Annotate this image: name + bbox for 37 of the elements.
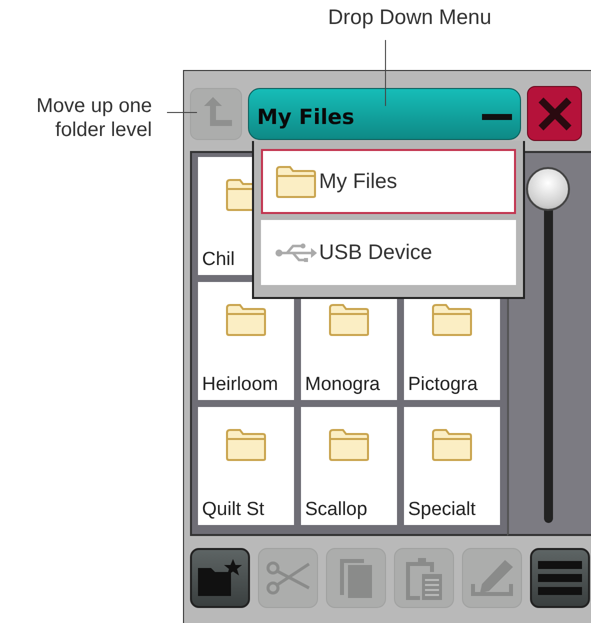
callout-label: Drop Down Menu — [328, 6, 492, 30]
folder-tile[interactable]: Quilt St — [198, 407, 294, 525]
folder-icon — [226, 429, 266, 461]
folder-icon — [432, 304, 472, 336]
menu-icon — [537, 558, 583, 598]
folder-icon — [275, 166, 317, 198]
folder-name: Pictogra — [407, 374, 478, 396]
copy-icon — [338, 557, 374, 599]
folder-icon — [226, 304, 266, 336]
usb-icon — [275, 242, 317, 262]
scroll-bar[interactable] — [506, 151, 591, 536]
close-button[interactable] — [527, 86, 582, 141]
folder-icon — [329, 429, 369, 461]
location-dropdown[interactable]: My Files — [248, 88, 521, 140]
leader-line — [385, 40, 386, 106]
folder-tile[interactable]: Heirloom — [198, 282, 294, 400]
folder-icon — [432, 429, 472, 461]
pencil-icon — [469, 558, 515, 598]
folder-name: Specialt — [407, 499, 476, 521]
dropdown-item[interactable]: My Files — [261, 149, 516, 214]
dropdown-item[interactable]: USB Device — [261, 220, 516, 285]
leader-line — [167, 112, 197, 113]
menu-button[interactable] — [530, 548, 590, 608]
folder-name: Heirloom — [201, 374, 278, 396]
minus-icon — [482, 112, 512, 120]
folder-name: Chil — [201, 249, 235, 271]
new-folder-icon — [197, 558, 243, 598]
clipboard-icon — [404, 556, 444, 600]
folder-name: Quilt St — [201, 499, 264, 521]
folder-tile[interactable]: Scallop — [301, 407, 397, 525]
folder-name: Scallop — [304, 499, 368, 521]
callout-label: Move up one folder level — [35, 94, 152, 142]
new-folder-button[interactable] — [190, 548, 250, 608]
folder-name: Monogra — [304, 374, 380, 396]
close-icon — [536, 94, 574, 132]
folder-icon — [329, 304, 369, 336]
folder-tile[interactable]: Specialt — [404, 407, 500, 525]
